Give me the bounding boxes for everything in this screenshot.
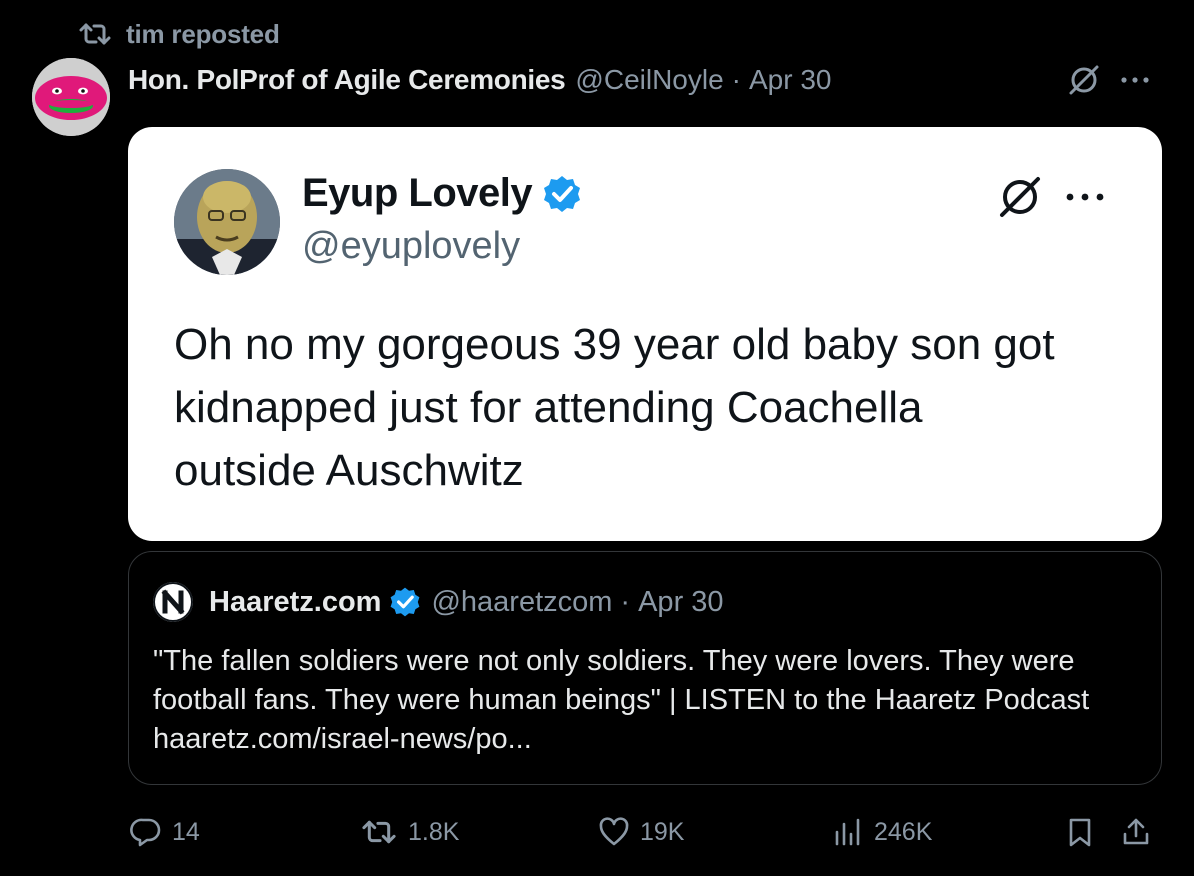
embedded-post-image[interactable]: Eyup Lovely @eyuplovely Oh no my gorgeou… (128, 127, 1162, 541)
haaretz-logo-icon (153, 582, 193, 622)
verified-badge-icon (389, 586, 421, 618)
repost-text: tim reposted (126, 18, 280, 49)
quoted-post-text: "The fallen soldiers were not only soldi… (153, 642, 1153, 759)
grok-icon (994, 171, 1046, 223)
action-bar: 14 1.8K 19K 246K (128, 812, 1168, 852)
embedded-author-handle: @eyuplovely (302, 225, 521, 267)
quoted-author-handle[interactable]: @haaretzcom (431, 586, 612, 619)
post-header-actions (1066, 60, 1152, 100)
share-button[interactable] (1120, 812, 1152, 852)
post-date[interactable]: Apr 30 (749, 64, 832, 96)
quoted-text-line: "The fallen soldiers were not only soldi… (153, 645, 1075, 677)
embedded-text-line: outside Auschwitz (174, 446, 524, 495)
quoted-header: Haaretz.com @haaretzcom · Apr 30 (153, 582, 724, 622)
quoted-date[interactable]: Apr 30 (638, 586, 723, 619)
verified-badge-icon (542, 174, 582, 214)
separator-dot: · (731, 64, 741, 95)
like-count: 19K (640, 817, 685, 846)
more-icon (1062, 174, 1108, 220)
view-count: 246K (874, 817, 933, 846)
embedded-author-row: Eyup Lovely (302, 171, 582, 216)
separator-dot: · (620, 585, 631, 618)
author-handle[interactable]: @CeilNoyle (575, 64, 723, 96)
quoted-text-line[interactable]: haaretz.com/israel-news/po... (153, 720, 1153, 759)
bookmark-button[interactable] (1064, 812, 1096, 852)
reply-icon (130, 818, 161, 847)
repost-icon (362, 820, 396, 844)
grok-icon[interactable] (1066, 62, 1102, 98)
embedded-post-text: Oh no my gorgeous 39 year old baby son g… (174, 313, 1124, 502)
embedded-author-name: Eyup Lovely (302, 171, 533, 215)
author-name[interactable]: Hon. PolProf of Agile Ceremonies (128, 64, 566, 96)
bookmark-icon (1069, 818, 1091, 847)
avatar[interactable] (32, 58, 110, 136)
embedded-text-line: Oh no my gorgeous 39 year old baby son g… (174, 320, 1055, 369)
quoted-post[interactable]: Haaretz.com @haaretzcom · Apr 30 "The fa… (128, 551, 1162, 785)
repost-icon (78, 21, 112, 47)
repost-count: 1.8K (408, 817, 460, 846)
repost-indicator[interactable]: tim reposted (78, 18, 280, 50)
embedded-header-actions (994, 171, 1108, 223)
share-icon (1123, 818, 1149, 845)
repost-button[interactable]: 1.8K (360, 812, 459, 852)
reply-count: 14 (172, 817, 200, 846)
embedded-text-line: kidnapped just for attending Coachella (174, 383, 923, 432)
embedded-avatar (174, 169, 280, 275)
more-icon[interactable] (1118, 62, 1152, 98)
reply-button[interactable]: 14 (130, 812, 200, 852)
analytics-icon (835, 818, 860, 846)
views-button[interactable]: 246K (832, 812, 932, 852)
heart-icon (599, 817, 629, 846)
post-header: Hon. PolProf of Agile Ceremonies @CeilNo… (128, 58, 832, 102)
quoted-text-line: football fans. They were human beings" |… (153, 684, 1090, 716)
like-button[interactable]: 19K (598, 812, 684, 852)
quoted-author-name[interactable]: Haaretz.com (209, 586, 381, 619)
